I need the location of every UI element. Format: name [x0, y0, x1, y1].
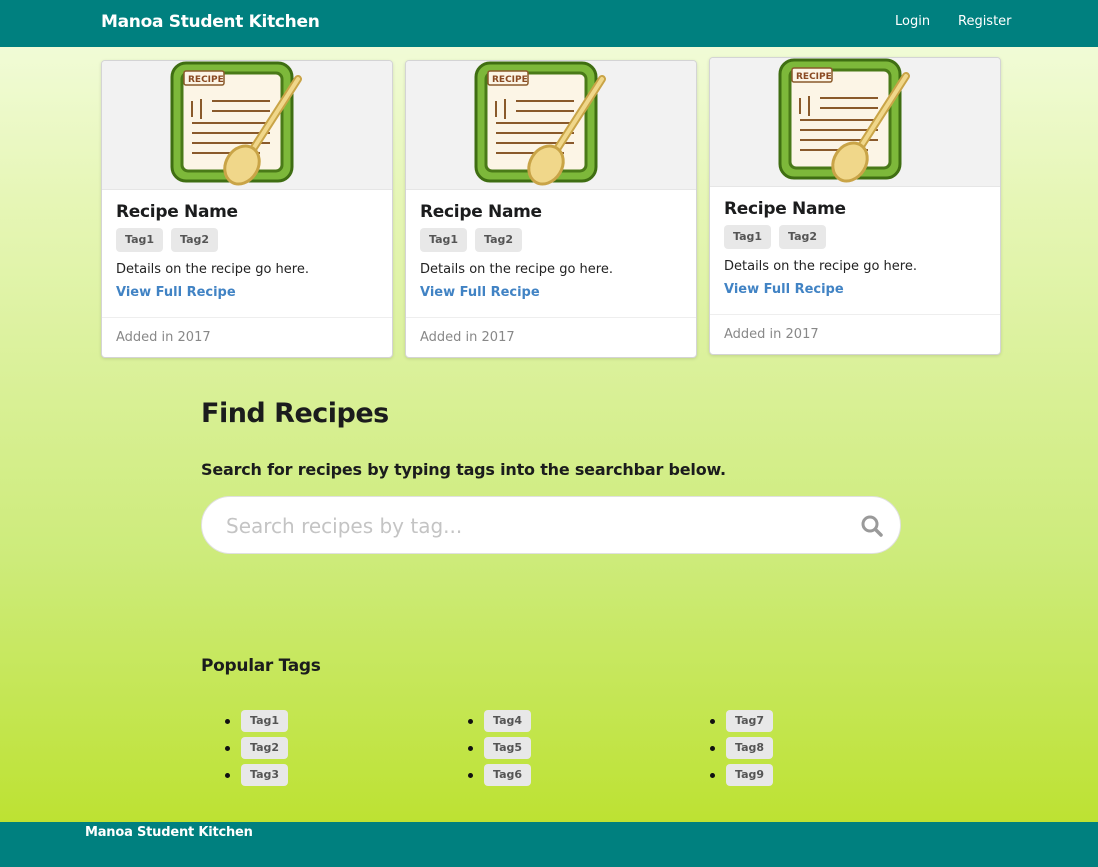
list-item: Tag3	[224, 763, 289, 790]
list-item: Tag1	[224, 709, 289, 736]
recipe-description: Details on the recipe go here.	[116, 262, 309, 277]
popular-tag[interactable]: Tag7	[726, 710, 774, 732]
recipe-image-label: RECIPE	[796, 72, 832, 82]
list-item: Tag9	[709, 763, 774, 790]
popular-tag[interactable]: Tag5	[484, 737, 532, 759]
list-item: Tag5	[467, 736, 532, 763]
view-full-recipe-link[interactable]: View Full Recipe	[116, 285, 378, 300]
recipe-tag[interactable]: Tag2	[475, 228, 523, 252]
recipe-tag[interactable]: Tag2	[779, 225, 827, 249]
list-item: Tag7	[709, 709, 774, 736]
search-input[interactable]	[224, 507, 828, 545]
recipe-title: Recipe Name	[420, 202, 542, 222]
recipe-card: RECIPE Recipe Name Tag1 Tag2 Details on …	[405, 60, 697, 358]
recipe-tag[interactable]: Tag1	[420, 228, 468, 252]
list-item: Tag2	[224, 736, 289, 763]
search-bar	[201, 496, 901, 554]
recipe-title: Recipe Name	[724, 199, 846, 219]
recipe-added-date: Added in 2017	[102, 317, 392, 357]
popular-tag[interactable]: Tag3	[241, 764, 289, 786]
recipe-tag[interactable]: Tag1	[724, 225, 772, 249]
recipe-description: Details on the recipe go here.	[724, 259, 917, 274]
popular-tags-list: Tag1 Tag2 Tag3	[224, 709, 289, 790]
recipe-added-date: Added in 2017	[406, 317, 696, 357]
recipe-clipboard-icon: RECIPE	[474, 61, 606, 186]
find-recipes-subtitle: Search for recipes by typing tags into t…	[201, 460, 726, 479]
popular-tag[interactable]: Tag9	[726, 764, 774, 786]
recipe-image: RECIPE	[710, 58, 1000, 187]
register-link[interactable]: Register	[958, 14, 1012, 29]
popular-tag[interactable]: Tag6	[484, 764, 532, 786]
popular-tag[interactable]: Tag8	[726, 737, 774, 759]
recipe-image-label: RECIPE	[188, 75, 224, 85]
login-link[interactable]: Login	[895, 14, 930, 29]
recipe-image-label: RECIPE	[492, 75, 528, 85]
recipe-tag[interactable]: Tag2	[171, 228, 219, 252]
find-recipes-heading: Find Recipes	[201, 398, 389, 429]
recipe-card: RECIPE Recipe Name Tag1 Tag2 Details on …	[709, 57, 1001, 355]
list-item: Tag8	[709, 736, 774, 763]
view-full-recipe-link[interactable]: View Full Recipe	[724, 282, 986, 297]
recipe-card: RECIPE Recipe Name Tag1 Tag2 Details on …	[101, 60, 393, 358]
recipe-image: RECIPE	[406, 61, 696, 190]
recipe-clipboard-icon: RECIPE	[778, 58, 910, 183]
popular-tags-list: Tag7 Tag8 Tag9	[709, 709, 774, 790]
recipe-description: Details on the recipe go here.	[420, 262, 613, 277]
popular-tags-heading: Popular Tags	[201, 656, 321, 676]
popular-tag[interactable]: Tag1	[241, 710, 289, 732]
popular-tags-list: Tag4 Tag5 Tag6	[467, 709, 532, 790]
top-navbar: Manoa Student Kitchen Login Register	[0, 0, 1098, 47]
popular-tag[interactable]: Tag4	[484, 710, 532, 732]
footer: Manoa Student Kitchen	[0, 822, 1098, 867]
search-icon[interactable]	[860, 514, 884, 538]
footer-brand-text: Manoa Student Kitchen	[85, 825, 253, 840]
recipe-clipboard-icon: RECIPE	[170, 61, 302, 186]
list-item: Tag4	[467, 709, 532, 736]
popular-tag[interactable]: Tag2	[241, 737, 289, 759]
recipe-tag[interactable]: Tag1	[116, 228, 164, 252]
recipe-image: RECIPE	[102, 61, 392, 190]
brand-logo-text[interactable]: Manoa Student Kitchen	[101, 12, 320, 32]
recipe-added-date: Added in 2017	[710, 314, 1000, 354]
view-full-recipe-link[interactable]: View Full Recipe	[420, 285, 682, 300]
recipe-title: Recipe Name	[116, 202, 238, 222]
list-item: Tag6	[467, 763, 532, 790]
